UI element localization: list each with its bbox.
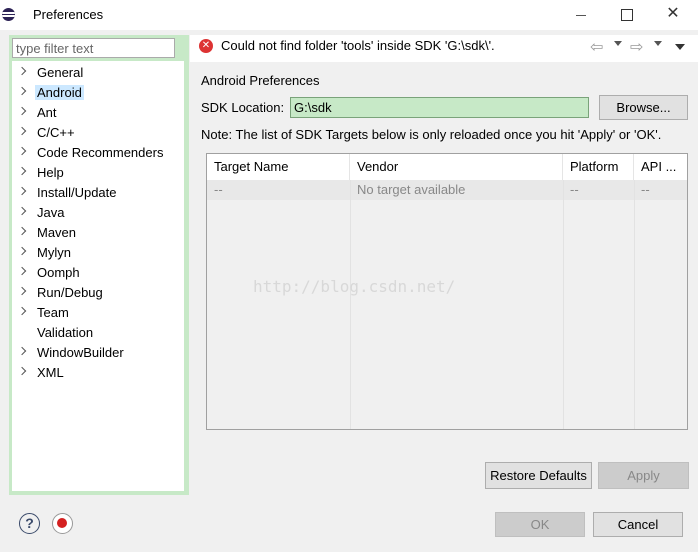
browse-button[interactable]: Browse... [599,95,688,120]
chevron-right-icon[interactable] [17,106,27,116]
error-icon: ✕ [199,39,213,53]
help-icon[interactable]: ? [19,513,40,534]
column-header-target-name[interactable]: Target Name [207,154,350,180]
sidebar-item-ant[interactable]: Ant [12,103,184,123]
table-header: Target Name Vendor Platform API ... [207,154,687,180]
chevron-right-icon[interactable] [17,286,27,296]
sidebar-item-label: Validation [37,325,94,340]
sidebar-item-validation[interactable]: Validation [12,323,184,343]
sidebar-item-label: Team [37,305,69,320]
window-title: Preferences [33,7,104,22]
sidebar-item-label: Java [37,205,65,220]
chevron-right-icon[interactable] [17,266,27,276]
table-cell: No target available [357,182,466,197]
sidebar-item-label: Oomph [37,265,80,280]
column-header-api[interactable]: API ... [634,154,687,180]
sidebar-item-label: Code Recommenders [37,145,164,160]
maximize-button[interactable] [604,0,650,30]
chevron-right-icon[interactable] [17,66,27,76]
eclipse-icon [2,8,15,21]
sidebar-item-label: Android [35,85,84,100]
minimize-button[interactable] [558,0,604,30]
watermark-text: http://blog.csdn.net/ [253,277,456,296]
chevron-right-icon[interactable] [17,206,27,216]
back-arrow-icon[interactable]: ⇦ [590,37,603,57]
cancel-button[interactable]: Cancel [593,512,683,537]
table-cell: -- [570,182,579,197]
sidebar-item-mylyn[interactable]: Mylyn [12,243,184,263]
sidebar-item-general[interactable]: General [12,63,184,83]
sidebar-item-label: XML [37,365,64,380]
chevron-right-icon[interactable] [17,146,27,156]
apply-button[interactable]: Apply [598,462,689,489]
preference-tree: General Android Ant C/C++ Code Recommend… [12,61,184,491]
sidebar-item-install-update[interactable]: Install/Update [12,183,184,203]
sidebar-item-android[interactable]: Android [12,83,184,103]
title-bar: Preferences ✕ [0,0,698,30]
sidebar-item-team[interactable]: Team [12,303,184,323]
sidebar-item-label: Run/Debug [37,285,103,300]
reload-note: Note: The list of SDK Targets below is o… [201,127,662,142]
preference-page: ✕ Could not find folder 'tools' inside S… [190,35,698,495]
sidebar-item-c-cpp[interactable]: C/C++ [12,123,184,143]
table-cell: -- [641,182,650,197]
sidebar-item-label: Maven [37,225,77,240]
sidebar-item-code-recommenders[interactable]: Code Recommenders [12,143,184,163]
sidebar-item-oomph[interactable]: Oomph [12,263,184,283]
chevron-right-icon[interactable] [17,346,27,356]
filter-input[interactable]: type filter text [12,38,175,58]
forward-dropdown-icon[interactable] [654,41,662,46]
sidebar-item-label: Ant [37,105,57,120]
chevron-right-icon[interactable] [17,226,27,236]
chevron-right-icon[interactable] [17,166,27,176]
view-menu-icon[interactable] [675,44,685,50]
sidebar-item-label: General [37,65,84,80]
table-cell: -- [214,182,223,197]
forward-arrow-icon[interactable]: ⇨ [630,37,643,57]
error-message: Could not find folder 'tools' inside SDK… [221,38,495,53]
sdk-location-input[interactable]: G:\sdk [290,97,589,118]
sidebar-item-xml[interactable]: XML [12,363,184,383]
sidebar-item-label: Help [37,165,64,180]
sidebar-item-help[interactable]: Help [12,163,184,183]
column-divider [563,180,564,429]
chevron-right-icon[interactable] [17,186,27,196]
sidebar: type filter text General Android Ant C/C… [9,35,189,495]
column-divider [634,180,635,429]
sidebar-item-label: Mylyn [37,245,71,260]
close-button[interactable]: ✕ [650,0,696,30]
chevron-right-icon[interactable] [17,366,27,376]
chevron-right-icon[interactable] [17,306,27,316]
back-dropdown-icon[interactable] [614,41,622,46]
column-divider [350,180,351,429]
chevron-right-icon[interactable] [17,86,27,96]
sdk-location-label: SDK Location: [201,100,285,115]
close-icon: ✕ [666,5,680,22]
sidebar-item-windowbuilder[interactable]: WindowBuilder [12,343,184,363]
column-header-vendor[interactable]: Vendor [350,154,563,180]
chevron-right-icon[interactable] [17,246,27,256]
table-row[interactable]: -- No target available -- -- [207,180,687,200]
page-header: ✕ Could not find folder 'tools' inside S… [190,35,698,62]
restore-defaults-button[interactable]: Restore Defaults [485,462,592,489]
column-header-platform[interactable]: Platform [563,154,634,180]
section-title: Android Preferences [201,73,320,88]
sidebar-item-label: WindowBuilder [37,345,124,360]
sidebar-item-maven[interactable]: Maven [12,223,184,243]
ok-button[interactable]: OK [495,512,585,537]
chevron-right-icon[interactable] [17,126,27,136]
sidebar-item-label: C/C++ [37,125,75,140]
sidebar-item-java[interactable]: Java [12,203,184,223]
sidebar-item-run-debug[interactable]: Run/Debug [12,283,184,303]
sidebar-item-label: Install/Update [37,185,117,200]
record-icon[interactable] [52,513,73,534]
